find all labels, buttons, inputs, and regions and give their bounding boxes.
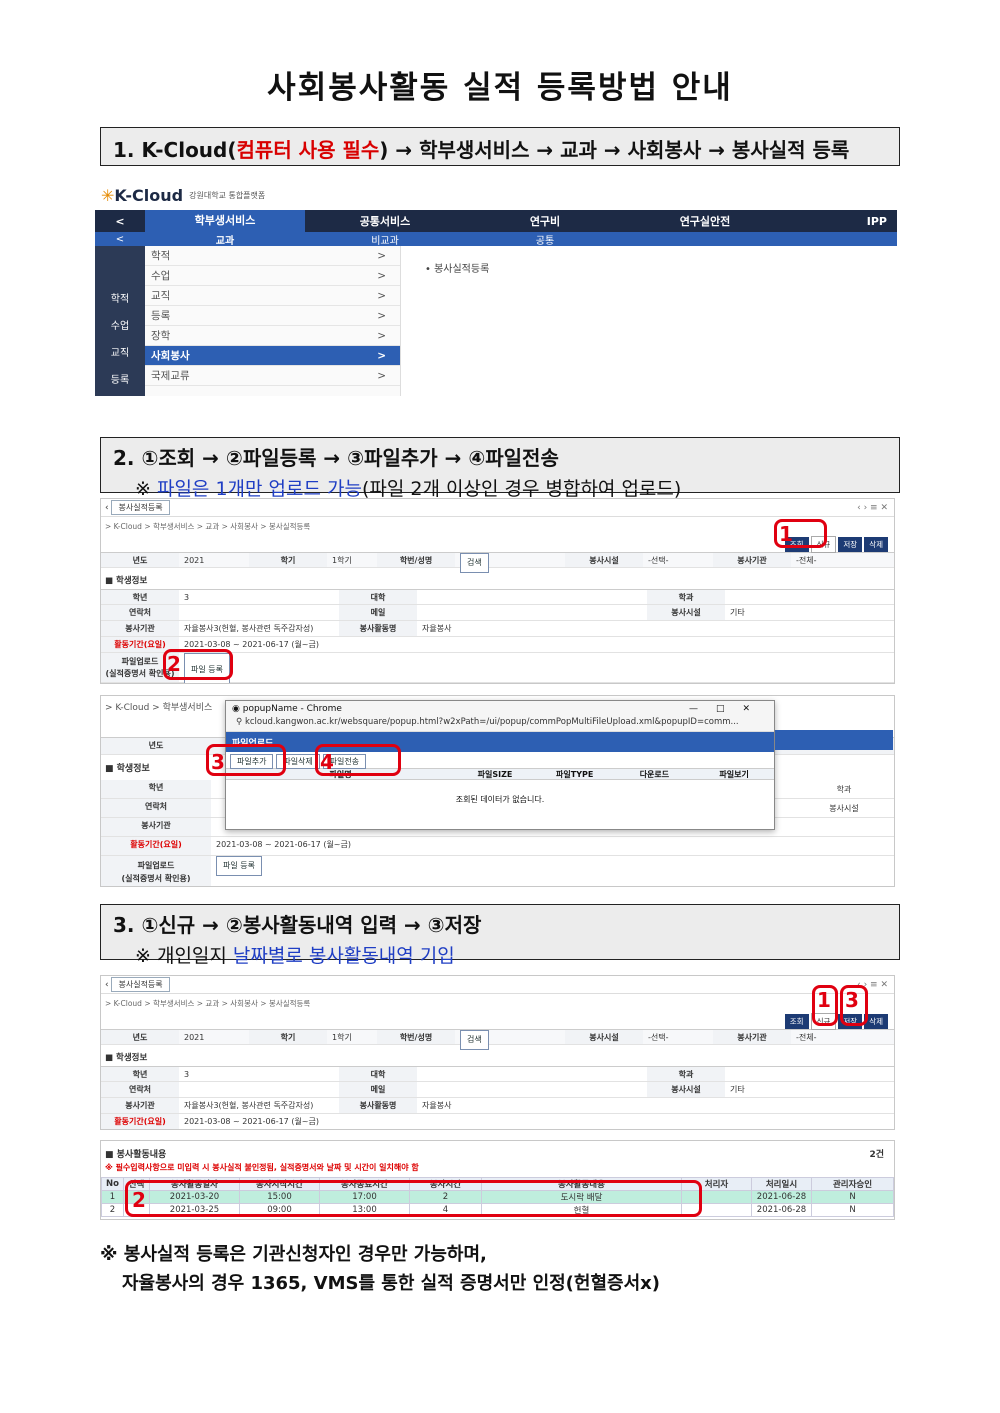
subnav-back[interactable]: < [95, 234, 145, 245]
menu-item[interactable]: 학적 > [145, 246, 400, 266]
marker-save-3: 3 [845, 988, 859, 1012]
search-button[interactable]: 조회 [784, 1013, 809, 1029]
popup-empty-message: 조회된 데이터가 없습니다. [455, 795, 545, 804]
tab-service-record[interactable]: 봉사실적등록 [111, 977, 170, 992]
popup-window: ◉ popupName - Chrome —□✕ ⚲ kcloud.kangwo… [225, 700, 775, 830]
nav-tab-undergrad[interactable]: 학부생서비스 [145, 210, 305, 232]
activity-title: 봉사활동내용 [116, 1150, 167, 1160]
kcloud-right-panel: • 봉사실적등록 [401, 246, 897, 396]
kcloud-sub-nav: < 교과 비교과 공통 [95, 232, 897, 247]
menu-item[interactable]: 장학 > [145, 326, 400, 346]
nav-tab-common[interactable]: 공통서비스 [305, 213, 465, 229]
step3-title: 3. ①신규 → ②봉사활동내역 입력 → ③저장 [113, 913, 482, 937]
window-controls-icon[interactable]: ‹ › ≡ ✕ [857, 503, 894, 513]
facility-select[interactable]: -선택- [643, 553, 713, 567]
back-icon[interactable]: ‹ [105, 503, 109, 513]
popup-table-header: 파일명 파일SIZE 파일TYPE 다운로드 파일보기 [226, 768, 774, 780]
marker-4: 4 [320, 750, 334, 774]
kcloud-menu: 학적 > 수업 > 교직 > 등록 > 장학 > 사회봉사 > 국제교류 > [145, 246, 401, 396]
back-icon[interactable]: ‹ [105, 980, 109, 990]
step1-prefix: 1. K-Cloud( [113, 138, 237, 162]
logo-subtext: 강원대학교 통합플랫폼 [189, 190, 266, 200]
step3-note-blue: 날짜별로 봉사활동내역 기입 [232, 945, 455, 967]
popup-url: ⚲ kcloud.kangwon.ac.kr/websquare/popup.h… [226, 717, 774, 732]
file-register-button-b[interactable]: 파일 등록 [216, 856, 262, 876]
subnav-tab-curricular[interactable]: 교과 [145, 232, 305, 247]
marker-3: 3 [211, 750, 225, 774]
step1-heading: 1. K-Cloud(컴퓨터 사용 필수) → 학부생서비스 → 교과 → 사회… [100, 127, 900, 166]
nav-tab-ipp[interactable]: IPP [785, 215, 897, 228]
popup-title: popupName - Chrome [242, 704, 342, 714]
step2-note-blue: 파일은 1개만 업로드 가능 [156, 478, 362, 500]
step1-suffix: ) → 학부생서비스 → 교과 → 사회봉사 → 봉사실적 등록 [379, 138, 850, 162]
org-select[interactable]: -전체- [791, 553, 851, 567]
footnote: ※ 봉사실적 등록은 기관신청자인 경우만 가능하며, 자율봉사의 경우 136… [100, 1240, 660, 1298]
highlight-box-rows [125, 1180, 702, 1217]
menu-item[interactable]: 등록 > [145, 306, 400, 326]
footnote-line-1: ※ 봉사실적 등록은 기관신청자인 경우만 가능하며, [100, 1244, 487, 1265]
step1-highlight: 컴퓨터 사용 필수 [236, 138, 380, 162]
logo-mark-icon: ✳ [101, 185, 115, 205]
page-title: 사회봉사활동 실적 등록방법 안내 [267, 70, 733, 106]
marker-new-1: 1 [817, 988, 831, 1012]
kcloud-top-nav: < 학부생서비스 공통서비스 연구비 연구실안전 IPP [95, 210, 897, 232]
activity-count: 2건 [869, 1150, 884, 1160]
nav-tab-research[interactable]: 연구비 [465, 213, 625, 229]
window-controls[interactable]: —□✕ [689, 704, 768, 714]
subnav-tab-extra[interactable]: 비교과 [305, 232, 465, 247]
kcloud-screenshot: ✳ K-Cloud 강원대학교 통합플랫폼 < 학부생서비스 공통서비스 연구비… [95, 180, 897, 398]
nav-tab-safety[interactable]: 연구실안전 [625, 213, 785, 229]
marker-1: 1 [779, 522, 793, 546]
search-row: 년도 2021 학기 1학기 학번/성명 검색 봉사시설 -선택- 봉사기관 -전체- [101, 552, 894, 573]
year-field[interactable]: 2021 [179, 553, 249, 567]
menu-item[interactable]: 교직 > [145, 286, 400, 306]
menu-item-social-service[interactable]: 사회봉사 > [145, 346, 400, 366]
step2-heading: 2. ①조회 → ②파일등록 → ③파일추가 → ④파일전송 ※ 파일은 1개만… [100, 437, 900, 500]
term-select[interactable]: 1학기 [327, 553, 377, 567]
student-search-button[interactable]: 검색 [460, 553, 489, 573]
left-item[interactable]: 학적 [95, 286, 145, 313]
save-button[interactable]: 저장 [838, 536, 863, 552]
kcloud-left-column: 학적 수업 교직 등록 [95, 246, 145, 396]
popup-header: 파일업로드 [226, 732, 774, 752]
left-item[interactable]: 교직 [95, 340, 145, 367]
service-record-link[interactable]: • 봉사실적등록 [425, 264, 489, 275]
activity-warning: ※ 필수입력사항으로 미입력 시 봉사실적 불인정됨, 실적증명서와 날짜 및 … [105, 1163, 419, 1172]
logo-text: K-Cloud [114, 185, 184, 205]
kcloud-logo: ✳ K-Cloud 강원대학교 통합플랫폼 [95, 180, 897, 210]
marker-2: 2 [167, 652, 181, 676]
marker-rows-2: 2 [132, 1188, 146, 1212]
tab-service-record[interactable]: 봉사실적등록 [111, 500, 170, 515]
form-screenshot-c: ‹ 봉사실적등록 ‹ › ≡ ✕ > K-Cloud > 학부생서비스 > 교과… [100, 975, 895, 1130]
nav-back[interactable]: < [95, 215, 145, 228]
left-item[interactable]: 등록 [95, 367, 145, 394]
section-student-info: ■ 학생정보 [105, 576, 148, 586]
step2-title: 2. ①조회 → ②파일등록 → ③파일추가 → ④파일전송 [113, 446, 559, 470]
menu-item[interactable]: 수업 > [145, 266, 400, 286]
footnote-line-2: 자율봉사의 경우 1365, VMS를 통한 실적 증명서만 인정(헌혈증서x) [122, 1273, 660, 1294]
menu-item[interactable]: 국제교류 > [145, 366, 400, 386]
step2-note-rest: (파일 2개 이상인 경우 병합하여 업로드) [361, 478, 682, 500]
subnav-tab-common[interactable]: 공통 [465, 232, 625, 247]
delete-button[interactable]: 삭제 [864, 536, 888, 552]
chrome-icon: ◉ [232, 704, 240, 714]
left-item[interactable]: 수업 [95, 313, 145, 340]
step3-heading: 3. ①신규 → ②봉사활동내역 입력 → ③저장 ※ 개인일지 날짜별로 봉사… [100, 904, 900, 967]
